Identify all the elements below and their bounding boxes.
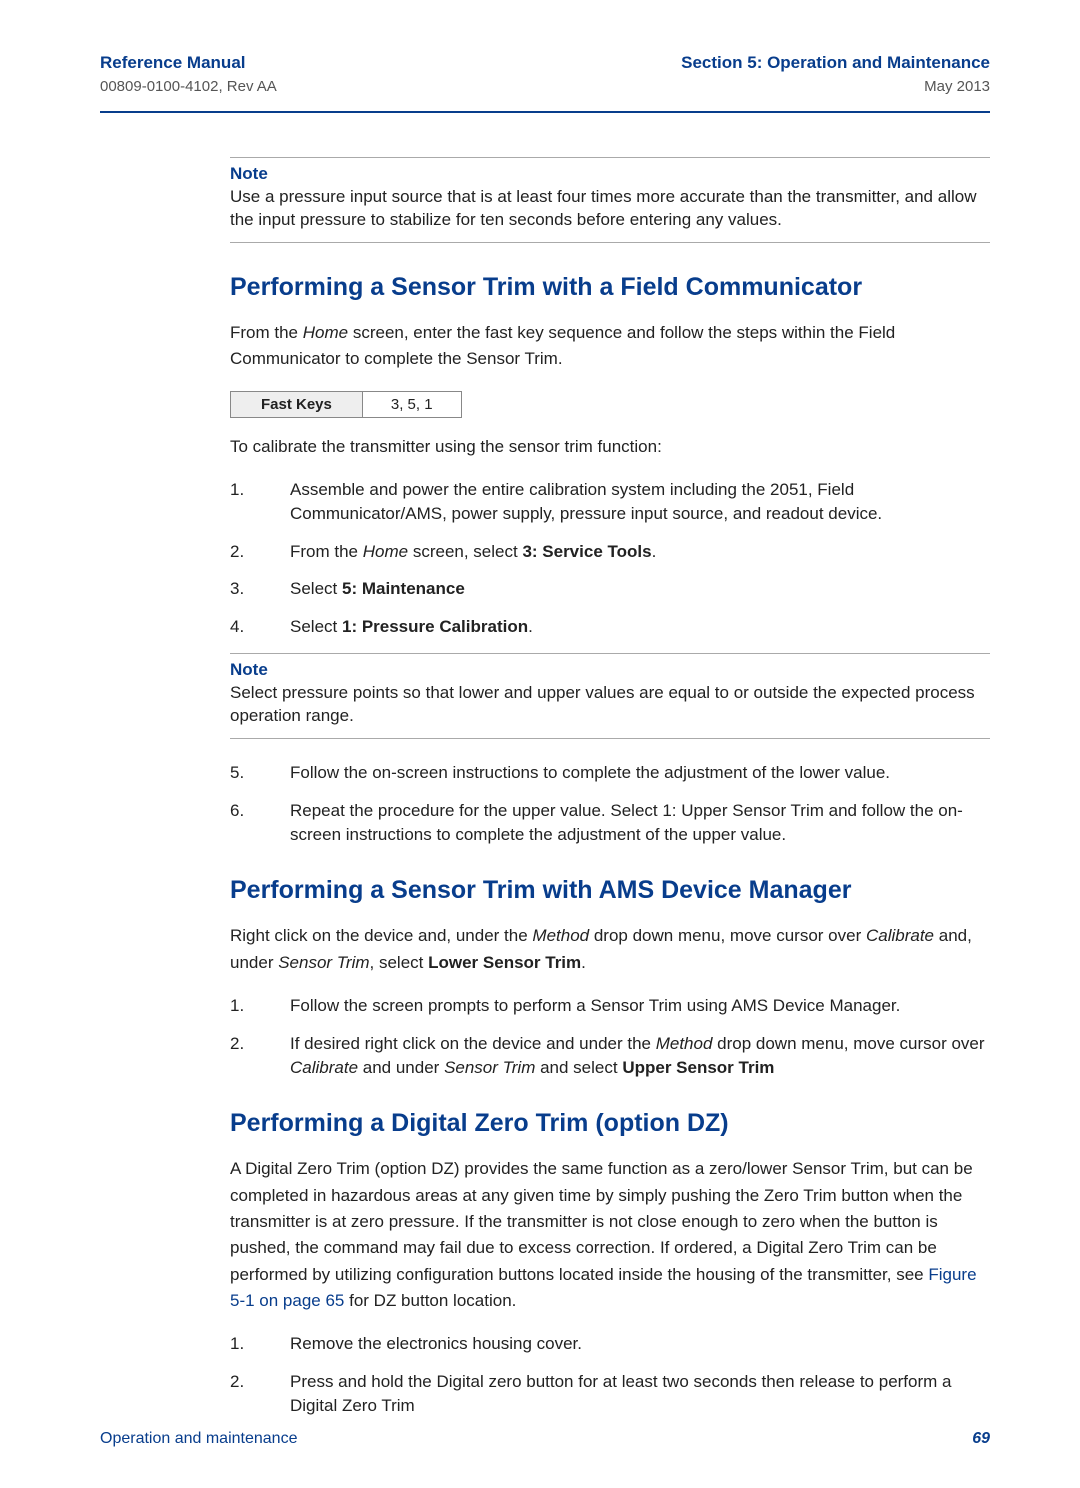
- home-italic: Home: [303, 323, 348, 342]
- step-item: 2. Press and hold the Digital zero butto…: [230, 1370, 990, 1418]
- method-italic: Method: [656, 1034, 713, 1053]
- step-text: Remove the electronics housing cover.: [290, 1332, 990, 1356]
- method-italic: Method: [532, 926, 589, 945]
- step-item: 2. From the Home screen, select 3: Servi…: [230, 540, 990, 564]
- step-number: 2.: [230, 540, 290, 564]
- step-item: 3. Select 5: Maintenance: [230, 577, 990, 601]
- bold-label: 5: Maintenance: [342, 579, 465, 598]
- section-heading-field-communicator: Performing a Sensor Trim with a Field Co…: [230, 273, 990, 302]
- note-block: Note Use a pressure input source that is…: [230, 157, 990, 243]
- step-text: If desired right click on the device and…: [290, 1032, 990, 1080]
- page-footer: Operation and maintenance 69: [100, 1430, 990, 1448]
- step-number: 2.: [230, 1370, 290, 1418]
- note-body: Select pressure points so that lower and…: [230, 682, 990, 728]
- step-number: 1.: [230, 478, 290, 526]
- bold-label: Upper Sensor Trim: [622, 1058, 774, 1077]
- step-item: 1. Assemble and power the entire calibra…: [230, 478, 990, 526]
- footer-page-number: 69: [972, 1430, 990, 1448]
- home-italic: Home: [363, 542, 408, 561]
- steps-list: 1. Remove the electronics housing cover.…: [230, 1332, 990, 1417]
- steps-list: 5. Follow the on-screen instructions to …: [230, 761, 990, 846]
- step-text: Select 1: Pressure Calibration.: [290, 615, 990, 639]
- steps-list: 1. Follow the screen prompts to perform …: [230, 994, 990, 1079]
- step-number: 1.: [230, 1332, 290, 1356]
- fast-keys-table: Fast Keys 3, 5, 1: [230, 391, 462, 418]
- step-text: Select 5: Maintenance: [290, 577, 990, 601]
- step-item: 4. Select 1: Pressure Calibration.: [230, 615, 990, 639]
- steps-list: 1. Assemble and power the entire calibra…: [230, 478, 990, 639]
- step-item: 2. If desired right click on the device …: [230, 1032, 990, 1080]
- header-left-sub: 00809-0100-4102, Rev AA: [100, 77, 277, 97]
- bold-label: 1: Pressure Calibration: [342, 617, 528, 636]
- bold-label: 3: Service Tools: [522, 542, 651, 561]
- section-intro: From the Home screen, enter the fast key…: [230, 320, 990, 373]
- sensor-trim-italic: Sensor Trim: [278, 953, 369, 972]
- step-text: From the Home screen, select 3: Service …: [290, 540, 990, 564]
- section-intro: A Digital Zero Trim (option DZ) provides…: [230, 1156, 990, 1314]
- fast-keys-value: 3, 5, 1: [362, 391, 461, 417]
- sensor-trim-italic: Sensor Trim: [444, 1058, 535, 1077]
- step-number: 2.: [230, 1032, 290, 1080]
- step-number: 5.: [230, 761, 290, 785]
- step-number: 6.: [230, 799, 290, 847]
- section-heading-ams: Performing a Sensor Trim with AMS Device…: [230, 876, 990, 905]
- section-intro: Right click on the device and, under the…: [230, 923, 990, 976]
- note-label: Note: [230, 660, 990, 680]
- step-item: 6. Repeat the procedure for the upper va…: [230, 799, 990, 847]
- step-item: 1. Follow the screen prompts to perform …: [230, 994, 990, 1018]
- step-number: 1.: [230, 994, 290, 1018]
- calibrate-italic: Calibrate: [290, 1058, 358, 1077]
- section-heading-digital-zero: Performing a Digital Zero Trim (option D…: [230, 1109, 990, 1138]
- note-label: Note: [230, 164, 990, 184]
- bold-label: Lower Sensor Trim: [428, 953, 581, 972]
- note-block: Note Select pressure points so that lowe…: [230, 653, 990, 739]
- step-text: Repeat the procedure for the upper value…: [290, 799, 990, 847]
- step-item: 5. Follow the on-screen instructions to …: [230, 761, 990, 785]
- step-text: Follow the on-screen instructions to com…: [290, 761, 990, 785]
- header-right-title: Section 5: Operation and Maintenance: [681, 52, 990, 75]
- header-right-sub: May 2013: [681, 77, 990, 97]
- header-left-title: Reference Manual: [100, 52, 277, 75]
- footer-section-name: Operation and maintenance: [100, 1430, 297, 1448]
- section-intro-2: To calibrate the transmitter using the s…: [230, 434, 990, 460]
- fast-keys-label: Fast Keys: [231, 391, 363, 417]
- step-item: 1. Remove the electronics housing cover.: [230, 1332, 990, 1356]
- note-body: Use a pressure input source that is at l…: [230, 186, 990, 232]
- step-text: Assemble and power the entire calibratio…: [290, 478, 990, 526]
- step-text: Press and hold the Digital zero button f…: [290, 1370, 990, 1418]
- page-header: Reference Manual 00809-0100-4102, Rev AA…: [100, 52, 990, 97]
- step-text: Follow the screen prompts to perform a S…: [290, 994, 990, 1018]
- step-number: 3.: [230, 577, 290, 601]
- step-number: 4.: [230, 615, 290, 639]
- calibrate-italic: Calibrate: [866, 926, 934, 945]
- header-rule: [100, 111, 990, 113]
